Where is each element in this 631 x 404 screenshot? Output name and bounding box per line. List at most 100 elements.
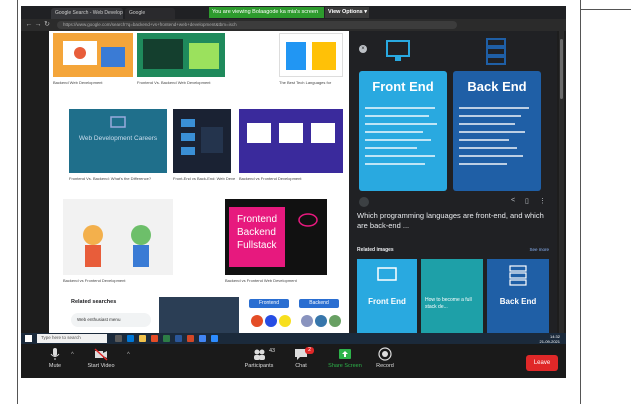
record-button[interactable]: Record: [357, 347, 413, 377]
frame-border-left: [17, 0, 18, 404]
close-icon[interactable]: ×: [359, 45, 367, 53]
monitor-icon: [386, 40, 410, 61]
word-icon[interactable]: [175, 335, 182, 342]
card-text-line: [365, 163, 425, 165]
edge-icon[interactable]: [127, 335, 134, 342]
zoom-app-icon[interactable]: [211, 335, 218, 342]
related-images-heading: Related images: [357, 247, 394, 253]
result-thumbnail[interactable]: Frontend Backend Fullstack: [225, 199, 327, 275]
browser-tab[interactable]: Google: [125, 8, 175, 19]
thumb-line: Backend: [237, 227, 276, 238]
save-icon[interactable]: ▯: [525, 197, 529, 205]
url-field[interactable]: https://www.google.com/search?q=backend+…: [57, 21, 457, 29]
result-thumbnail[interactable]: [53, 33, 133, 77]
browser-tab-active[interactable]: Google Search - Web Development: [51, 8, 123, 19]
see-more-link[interactable]: See more: [529, 247, 549, 252]
video-off-icon: [94, 348, 108, 361]
web-dev-illustration: [63, 41, 125, 67]
microphone-icon: [50, 348, 60, 360]
forward-arrow-icon[interactable]: →: [34, 21, 42, 29]
result-thumbnail[interactable]: [137, 33, 225, 77]
card-text-line: [459, 107, 529, 109]
start-video-button[interactable]: Start Video: [73, 347, 129, 377]
card-text-line: [459, 139, 509, 141]
zoom-control-bar: Mute ^ Start Video ^ 43 Participants 2 C…: [21, 344, 566, 378]
frame-border-top-right: [580, 9, 631, 10]
result-caption[interactable]: Backend Web Development: [53, 80, 133, 85]
result-caption[interactable]: The Best Tech Languages for: [279, 80, 345, 85]
card-text-line: [459, 163, 507, 165]
result-caption[interactable]: Frontend Vs. Backend: What's the Differe…: [69, 176, 167, 181]
back-end-card[interactable]: Back End: [453, 71, 541, 191]
result-caption[interactable]: Backend vs Frontend Development: [63, 278, 173, 283]
frontend-backend-diagram: [247, 123, 335, 143]
back-arrow-icon[interactable]: ←: [25, 21, 33, 29]
frame-border-right: [580, 0, 581, 404]
related-image-card[interactable]: Front End: [357, 259, 417, 333]
related-card-title: How to become a full stack de...: [425, 297, 472, 310]
image-preview-panel: × Front End Back End < ▯ ⋮ Which program…: [349, 31, 557, 333]
related-image-card[interactable]: Back End: [487, 259, 549, 333]
chevron-down-icon: ▾: [364, 9, 368, 15]
windows-start-icon[interactable]: [25, 335, 32, 342]
chrome-icon[interactable]: [199, 335, 206, 342]
result-thumbnail[interactable]: Frontend Backend: [245, 297, 345, 333]
scrollbar-thumb[interactable]: [560, 39, 563, 99]
back-end-title: Back End: [467, 79, 527, 94]
result-thumbnail[interactable]: [173, 109, 231, 173]
share-screen-icon: [339, 349, 351, 359]
leave-button[interactable]: Leave: [526, 355, 558, 371]
result-thumbnail[interactable]: [239, 109, 343, 173]
zoom-window: Google Search - Web Development Google Y…: [21, 6, 566, 378]
card-text-line: [365, 115, 429, 117]
related-image-card[interactable]: How to become a full stack de...: [421, 259, 483, 333]
share-icon[interactable]: <: [511, 197, 515, 204]
related-search-chip[interactable]: Web enthusiast menu: [71, 313, 151, 327]
windows-taskbar: Type here to search 14:32 21-09-2021: [21, 333, 566, 344]
reload-icon[interactable]: ↻: [43, 21, 51, 29]
view-options-button[interactable]: View Options ▾: [325, 7, 369, 18]
card-text-line: [459, 155, 523, 157]
result-caption[interactable]: Backend vs Frontend Development: [239, 176, 343, 181]
card-text-line: [365, 131, 423, 133]
card-text-line: [365, 155, 435, 157]
start-video-label: Start Video: [87, 363, 115, 369]
office-icon[interactable]: [151, 335, 158, 342]
card-text-line: [365, 107, 435, 109]
related-searches-heading: Related searches: [71, 299, 117, 305]
more-options-icon[interactable]: ⋮: [539, 197, 546, 205]
thumb-line: Frontend: [237, 214, 278, 225]
result-caption[interactable]: Front-End vs Back-End: Web Development: [173, 176, 235, 181]
languages-illustration: [286, 42, 336, 70]
caret-up-icon[interactable]: ^: [127, 352, 130, 358]
front-end-card[interactable]: Front End: [359, 71, 447, 191]
excel-icon[interactable]: [163, 335, 170, 342]
card-text-line: [365, 147, 417, 149]
powerpoint-icon[interactable]: [187, 335, 194, 342]
thumb-title: Web Development Careers: [78, 135, 158, 142]
browser-address-bar: ← → ↻ https://www.google.com/search?q=ba…: [21, 19, 566, 31]
result-caption[interactable]: Frontend Vs. Backend Web Development: [137, 80, 225, 85]
browser-tab-bar: Google Search - Web Development Google Y…: [21, 6, 566, 19]
result-question-link[interactable]: Which programming languages are front-en…: [357, 211, 551, 231]
result-thumbnail[interactable]: [279, 33, 343, 77]
card-text-line: [365, 123, 437, 125]
taskbar-search-box[interactable]: Type here to search: [37, 334, 107, 343]
tech-logos-illustration: [251, 315, 341, 327]
page-scrollbar[interactable]: [559, 31, 564, 333]
stack-illustration: [181, 119, 223, 155]
result-caption[interactable]: Backend vs Frontend Web Development: [225, 278, 329, 283]
developers-illustration: [83, 225, 151, 267]
task-view-icon[interactable]: [115, 335, 122, 342]
thumb-stack-text: Frontend Backend Fullstack: [237, 213, 277, 252]
related-card-title: Back End: [499, 297, 537, 306]
thumb-line: Fullstack: [237, 240, 277, 251]
database-icon: [486, 38, 506, 65]
result-thumbnail[interactable]: [159, 297, 239, 333]
result-thumbnail[interactable]: Web Development Careers: [69, 109, 167, 173]
taskbar-clock[interactable]: 14:32 21-09-2021: [540, 334, 560, 344]
file-explorer-icon[interactable]: [139, 335, 146, 342]
result-thumbnail[interactable]: [63, 199, 173, 275]
image-results-page: Backend Web Development Frontend Vs. Bac…: [49, 31, 557, 333]
screen-share-banner: You are viewing Bolaagode ka mia's scree…: [209, 7, 324, 18]
